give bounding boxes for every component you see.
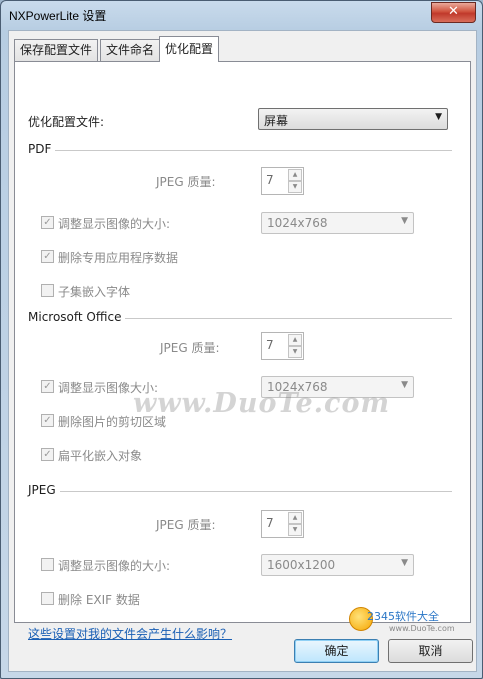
pdf-resize-select[interactable]: 1024x768 ▼ xyxy=(261,212,414,234)
pdf-jpeg-quality-label: JPEG 质量: xyxy=(156,175,216,189)
jpeg-remove-exif-label: 删除 EXIF 数据 xyxy=(58,593,140,607)
jpeg-section-title: JPEG xyxy=(28,483,60,497)
dialog-client: 保存配置文件 文件命名 优化配置 优化配置文件: 屏幕 ▼ PDF JPEG 质… xyxy=(8,30,477,672)
tab-label: 优化配置 xyxy=(165,42,214,56)
jpeg-resize-select[interactable]: 1600x1200 ▼ xyxy=(261,554,414,576)
corner-watermark-brand: 2345软件大全 xyxy=(367,610,439,623)
watermark: www.DuoTe.com xyxy=(133,388,391,419)
chevron-down-icon: ▼ xyxy=(401,380,408,390)
tab-optimize[interactable]: 优化配置 xyxy=(159,36,220,62)
spin-up-icon[interactable]: ▲ xyxy=(288,512,302,524)
help-link[interactable]: 这些设置对我的文件会产生什么影响？ xyxy=(28,625,232,642)
spin-down-icon[interactable]: ▼ xyxy=(288,181,302,193)
pdf-remove-app-data-label: 删除专用应用程序数据 xyxy=(58,251,179,265)
ok-label: 确定 xyxy=(324,644,349,658)
chevron-down-icon: ▼ xyxy=(401,558,408,568)
office-flatten-checkbox[interactable]: ✓ xyxy=(41,448,54,461)
spin-down-icon[interactable]: ▼ xyxy=(288,524,302,536)
title-bar[interactable]: NXPowerLite 设置 ✕ xyxy=(1,1,482,31)
jpeg-remove-exif-checkbox[interactable] xyxy=(41,592,54,605)
office-jpeg-quality-label: JPEG 质量: xyxy=(160,341,220,355)
jpeg-resize-value: 1600x1200 xyxy=(267,558,336,572)
jpeg-resize-checkbox[interactable] xyxy=(41,558,54,571)
pdf-section-title: PDF xyxy=(28,142,56,156)
optimize-panel: 优化配置文件: 屏幕 ▼ PDF JPEG 质量: 7 ▲ ▼ ✓ 调整显示图像… xyxy=(14,61,471,641)
jpeg-resize-label: 调整显示图像的大小: xyxy=(58,559,171,573)
jpeg-quality-stepper[interactable]: 7 ▲ ▼ xyxy=(261,510,304,538)
tab-label: 文件命名 xyxy=(106,43,155,57)
close-button[interactable]: ✕ xyxy=(431,2,476,23)
pdf-subset-fonts-checkbox[interactable] xyxy=(41,284,54,297)
chevron-down-icon: ▼ xyxy=(435,112,442,122)
cancel-label: 取消 xyxy=(418,644,443,658)
tab-save-profile[interactable]: 保存配置文件 xyxy=(14,39,99,61)
spin-up-icon[interactable]: ▲ xyxy=(288,334,302,346)
pdf-jpeg-quality-value: 7 xyxy=(266,173,274,187)
office-remove-crop-checkbox[interactable]: ✓ xyxy=(41,414,54,427)
office-flatten-label: 扁平化嵌入对象 xyxy=(58,449,143,463)
jpeg-divider xyxy=(28,491,452,492)
pdf-resize-checkbox[interactable]: ✓ xyxy=(41,216,54,229)
close-icon: ✕ xyxy=(448,4,459,19)
pdf-remove-app-data-checkbox[interactable]: ✓ xyxy=(41,250,54,263)
office-jpeg-quality-stepper[interactable]: 7 ▲ ▼ xyxy=(261,332,304,360)
corner-watermark-url: www.DuoTe.com xyxy=(389,624,455,633)
profile-select[interactable]: 屏幕 ▼ xyxy=(258,108,448,130)
settings-window: NXPowerLite 设置 ✕ 保存配置文件 文件命名 优化配置 优化配置文件… xyxy=(0,0,483,679)
profile-value: 屏幕 xyxy=(264,114,289,128)
pdf-resize-value: 1024x768 xyxy=(267,216,328,230)
ok-button[interactable]: 确定 xyxy=(294,639,379,663)
pdf-subset-fonts-label: 子集嵌入字体 xyxy=(58,285,131,299)
profile-label: 优化配置文件: xyxy=(28,115,105,129)
pdf-resize-label: 调整显示图像的大小: xyxy=(58,217,171,231)
spin-up-icon[interactable]: ▲ xyxy=(288,169,302,181)
jpeg-quality-label: JPEG 质量: xyxy=(156,518,216,532)
office-section-title: Microsoft Office xyxy=(28,310,126,324)
office-resize-checkbox[interactable]: ✓ xyxy=(41,380,54,393)
corner-watermark: 2345软件大全 www.DuoTe.com xyxy=(367,608,455,633)
spin-down-icon[interactable]: ▼ xyxy=(288,346,302,358)
jpeg-quality-value: 7 xyxy=(266,516,274,530)
pdf-divider xyxy=(28,150,452,151)
window-title: NXPowerLite 设置 xyxy=(9,9,107,23)
tab-label: 保存配置文件 xyxy=(20,43,93,57)
cancel-button[interactable]: 取消 xyxy=(388,639,473,663)
office-jpeg-quality-value: 7 xyxy=(266,338,274,352)
pdf-jpeg-quality-stepper[interactable]: 7 ▲ ▼ xyxy=(261,167,304,195)
tab-file-naming[interactable]: 文件命名 xyxy=(100,39,161,61)
chevron-down-icon: ▼ xyxy=(401,216,408,226)
